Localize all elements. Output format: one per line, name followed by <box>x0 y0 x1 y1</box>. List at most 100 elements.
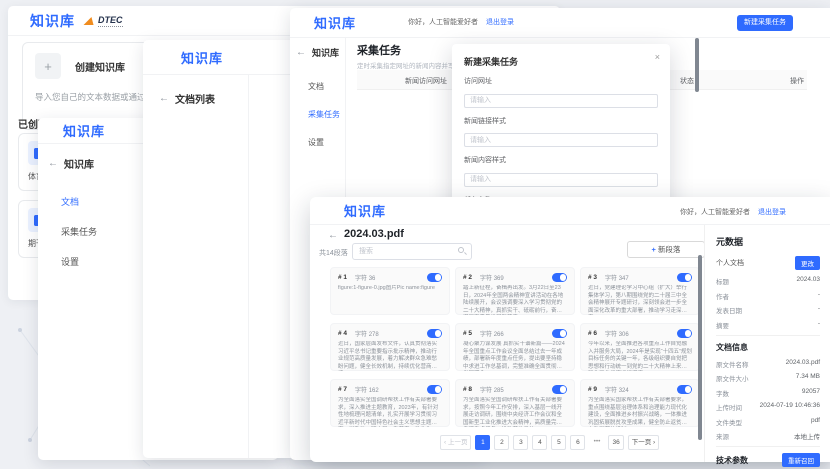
field-label-url: 访问网址 <box>464 76 658 86</box>
page-ellipsis[interactable]: ••• <box>589 435 604 450</box>
logout-link[interactable]: 退出登录 <box>486 19 514 26</box>
pagination: ‹ 上一页 1 2 3 4 5 6 ••• 36 下一页 › <box>440 435 659 450</box>
meta-label: 原文件名称 <box>716 359 749 369</box>
char-count: 字符 36 <box>355 273 375 282</box>
back-arrow-icon: ← <box>48 158 58 169</box>
paragraph-text: 为全面落实国家帮扶工作有关部署要求，重点围绕基层治理体系和治理能力现代化建设，全… <box>588 397 692 427</box>
page-title: 采集任务 <box>357 42 401 58</box>
meta-value: 2024.03.pdf <box>786 359 820 369</box>
char-count: 字符 306 <box>605 329 629 338</box>
col-news-url: 新闻访问网址 <box>405 76 447 86</box>
content-style-input[interactable] <box>464 173 658 187</box>
meta-value: 92057 <box>802 388 820 398</box>
char-count: 字符 347 <box>605 273 629 282</box>
meta-value: 本地上传 <box>794 431 820 441</box>
char-count: 字符 369 <box>480 273 504 282</box>
meta-label: 摘要 <box>716 320 729 330</box>
char-count: 字符 324 <box>605 385 629 394</box>
doc-type-label: 个人文档 <box>716 258 744 268</box>
paragraph-card[interactable]: # 8字符 285为全面落实全国调研帮扶工作有关部署要求，按照今年工作安排，深入… <box>455 379 575 427</box>
link-style-input[interactable] <box>464 133 658 147</box>
page-button[interactable]: 5 <box>551 435 566 450</box>
toggle-knob <box>560 274 567 281</box>
greeting-text: 你好，人工智能爱好者 <box>408 19 478 26</box>
page-button[interactable]: 6 <box>570 435 585 450</box>
paragraph-card[interactable]: # 9字符 324为全面落实国家帮扶工作有关部署要求，重点围绕基层治理体系和治理… <box>580 379 700 427</box>
col-status: 状态 <box>680 76 694 86</box>
meta-value: - <box>818 291 820 301</box>
toggle-knob <box>685 274 692 281</box>
back-to-kb[interactable]: ← 知识库 <box>296 46 345 59</box>
paragraph-grid: # 1字符 36figure:1-figure-0.jpg图片Pic name:… <box>330 267 700 427</box>
meta-label: 文件类型 <box>716 417 742 427</box>
page-button[interactable]: 1 <box>475 435 490 450</box>
paragraph-count: 共14段落 <box>319 248 348 258</box>
paragraph-card[interactable]: # 1字符 36figure:1-figure-0.jpg图片Pic name:… <box>330 267 450 315</box>
document-window: 知识库 你好，人工智能爱好者 退出登录 ← 2024.03.pdf 共14段落 +… <box>310 197 830 462</box>
back-arrow-icon[interactable]: ← <box>328 230 338 241</box>
screen: 知识库 DTEC + 创建知识库 导入您自己的文本数据或通过 Webhook 实… <box>0 0 830 469</box>
paragraph-toggle[interactable] <box>427 273 442 282</box>
back-title: 知识库 <box>312 46 339 59</box>
page-button[interactable]: 3 <box>513 435 528 450</box>
sidebar-item-settings[interactable]: 设置 <box>308 137 345 148</box>
paragraph-toggle[interactable] <box>427 329 442 338</box>
paragraph-toggle[interactable] <box>677 385 692 394</box>
paragraph-text: 凝心聚力谋发展 真抓实干谱新篇——2024年全国重点工作会议全面总结过去一年成绩… <box>463 341 567 371</box>
field-label-link-style: 新闻链接样式 <box>464 116 658 126</box>
paragraph-text: 近日，党建理论学习中心组（扩大）举行集体学习，第八期围绕党的二十届三中全会精神展… <box>588 285 692 315</box>
prev-page-button[interactable]: ‹ 上一页 <box>440 435 471 450</box>
char-count: 字符 278 <box>355 329 379 338</box>
paragraph-toggle[interactable] <box>677 329 692 338</box>
doc-info-title: 文档信息 <box>716 342 820 353</box>
paragraph-number: # 8 <box>463 386 472 393</box>
logo-mark-icon <box>84 17 97 25</box>
plus-icon: + <box>35 53 61 79</box>
scrollbar[interactable] <box>695 38 699 92</box>
greeting-text: 你好，人工智能爱好者 <box>680 209 750 216</box>
close-icon[interactable]: × <box>655 52 660 62</box>
paragraph-card[interactable]: # 6字符 306今年以来，全面推进各项重点工作自觉融入并服务大局，2024年是… <box>580 323 700 371</box>
paragraph-card[interactable]: # 7字符 162为全面落实全国调研帮扶工作有关部署要求，深入推进主题教育，20… <box>330 379 450 427</box>
app-brand: 知识库 <box>314 13 356 32</box>
page-button[interactable]: 4 <box>532 435 547 450</box>
paragraph-toggle[interactable] <box>427 385 442 394</box>
sidebar-item-tasks[interactable]: 采集任务 <box>308 109 345 120</box>
paragraph-card[interactable]: # 3字符 347近日，党建理论学习中心组（扩大）举行集体学习，第八期围绕党的二… <box>580 267 700 315</box>
meta-value: 7.34 MB <box>796 373 820 383</box>
paragraph-card[interactable]: # 2字符 369踏上新征程，奋楫再出发。3月22日至23日，2024年全国两会… <box>455 267 575 315</box>
next-page-button[interactable]: 下一页 › <box>628 435 659 450</box>
back-to-doclist[interactable]: ← 文档列表 <box>159 91 248 106</box>
paragraph-card[interactable]: # 4字符 278近日，国家层面发布文件，认真贯彻落实习近平总书记重要指示批示精… <box>330 323 450 371</box>
meta-value: - <box>818 320 820 330</box>
app-brand: 知识库 <box>344 201 386 220</box>
toggle-knob <box>435 386 442 393</box>
search-input[interactable] <box>352 243 472 260</box>
back-title: 文档列表 <box>175 91 215 106</box>
meta-label: 上传时间 <box>716 402 742 412</box>
paragraph-number: # 2 <box>463 274 472 281</box>
back-title: 知识库 <box>64 156 94 171</box>
metadata-panel: 元数据 个人文档 更改 标题2024.03 作者- 发表日期- 摘要- 文档信息… <box>704 225 830 462</box>
change-button[interactable]: 更改 <box>795 256 820 270</box>
paragraph-toggle[interactable] <box>552 385 567 394</box>
sidebar-item-docs[interactable]: 文档 <box>308 81 345 92</box>
page-button[interactable]: 36 <box>608 435 623 450</box>
scrollbar[interactable] <box>698 255 702 440</box>
url-input[interactable] <box>464 94 658 108</box>
paragraph-toggle[interactable] <box>552 329 567 338</box>
logout-link[interactable]: 退出登录 <box>758 209 786 216</box>
search-icon <box>458 247 464 253</box>
paragraph-text: 为全面落实全国调研帮扶工作有关部署要求，按照今年工作安排，深入基层一线开展走访调… <box>463 397 567 427</box>
meta-label: 标题 <box>716 276 729 286</box>
paragraph-number: # 1 <box>338 274 347 281</box>
page-button[interactable]: 2 <box>494 435 509 450</box>
add-paragraph-button[interactable]: +新段落 <box>627 241 705 258</box>
app-brand: 知识库 <box>30 11 75 31</box>
paragraph-card[interactable]: # 5字符 266凝心聚力谋发展 真抓实干谱新篇——2024年全国重点工作会议全… <box>455 323 575 371</box>
user-greeting: 你好，人工智能爱好者 退出登录 <box>408 17 514 27</box>
paragraph-toggle[interactable] <box>677 273 692 282</box>
paragraph-toggle[interactable] <box>552 273 567 282</box>
recall-button[interactable]: 重新召回 <box>782 453 820 467</box>
new-task-button[interactable]: 新建采集任务 <box>737 15 793 31</box>
